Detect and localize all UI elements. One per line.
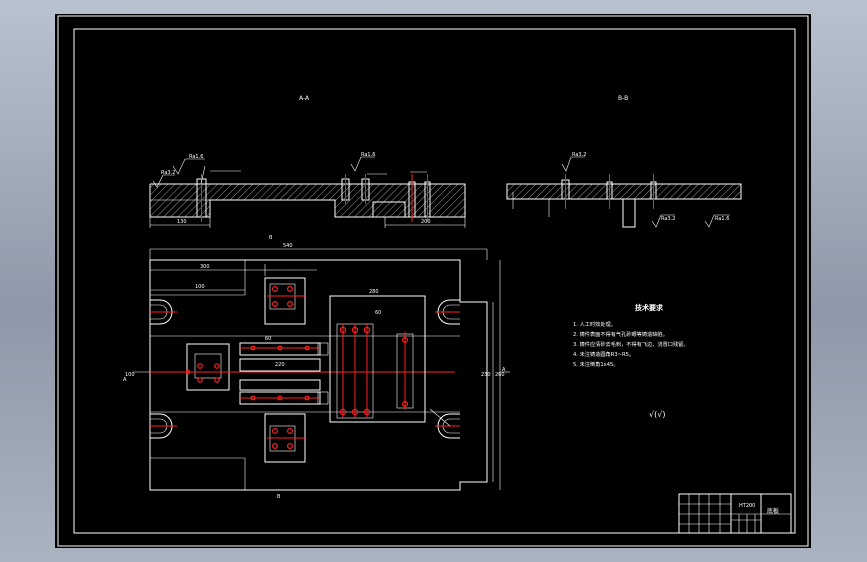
- svg-text:130: 130: [177, 219, 187, 225]
- note-5: 5. 未注倒角1x45。: [573, 360, 619, 368]
- plate-outline: [149, 259, 488, 491]
- note-2: 2. 铸件表面不得有气孔砂眼等铸造缺陷。: [573, 330, 668, 338]
- notes-heading: 技术要求: [635, 303, 664, 312]
- plan-view: B B A A 540 300 100 220 60 280 60 230 26…: [123, 235, 510, 500]
- svg-text:540: 540: [283, 243, 293, 249]
- svg-text:B: B: [269, 235, 273, 241]
- cad-drawing-viewport[interactable]: A-A Ra1.6 Ra3.2 Ra1.6 130 200 B-B Ra3.2 …: [55, 14, 811, 548]
- section-view-a: A-A Ra1.6 Ra3.2 Ra1.6 130 200: [149, 95, 466, 228]
- svg-text:100: 100: [195, 284, 205, 290]
- svg-text:Ra1.6: Ra1.6: [361, 152, 375, 158]
- note-4: 4. 未注铸造圆角R3~R5。: [573, 350, 634, 358]
- section-a-label: A-A: [299, 95, 310, 102]
- section-view-b: B-B Ra3.2 Ra3.2 Ra1.6: [506, 95, 742, 228]
- svg-text:B: B: [277, 494, 281, 500]
- roughness-note: √(√): [649, 410, 665, 419]
- svg-text:100: 100: [125, 372, 135, 378]
- title-part-name: 底板: [767, 507, 779, 515]
- svg-text:280: 280: [369, 289, 379, 295]
- svg-text:230: 230: [481, 372, 491, 378]
- roughness-symbol: [172, 158, 205, 175]
- note-3: 3. 铸件应清砂去毛刺，不得有飞边、浇冒口残留。: [573, 340, 689, 348]
- svg-text:260: 260: [495, 372, 505, 378]
- svg-text:60: 60: [265, 336, 271, 342]
- note-1: 1. 人工时效处理。: [573, 320, 616, 328]
- svg-text:300: 300: [200, 264, 210, 270]
- section-b-label: B-B: [618, 95, 628, 102]
- svg-text:Ra3.2: Ra3.2: [661, 216, 675, 222]
- svg-text:60: 60: [375, 310, 381, 316]
- svg-text:Ra3.2: Ra3.2: [161, 170, 175, 176]
- top-pad: [264, 277, 306, 325]
- title-block: HT200 底板: [678, 493, 792, 534]
- svg-text:Ra1.6: Ra1.6: [715, 216, 729, 222]
- svg-text:200: 200: [421, 219, 431, 225]
- drawing-canvas: A-A Ra1.6 Ra3.2 Ra1.6 130 200 B-B Ra3.2 …: [57, 15, 809, 547]
- left-pad: [186, 343, 230, 391]
- title-material: HT200: [739, 503, 755, 509]
- svg-text:Ra1.6: Ra1.6: [189, 154, 203, 160]
- outer-border: [57, 15, 809, 547]
- svg-text:220: 220: [275, 362, 285, 368]
- inner-frame: [73, 28, 796, 534]
- technical-notes: 技术要求 1. 人工时效处理。 2. 铸件表面不得有气孔砂眼等铸造缺陷。 3. …: [573, 303, 689, 419]
- svg-text:Ra3.2: Ra3.2: [572, 152, 586, 158]
- section-a-hatch-right: [335, 200, 465, 217]
